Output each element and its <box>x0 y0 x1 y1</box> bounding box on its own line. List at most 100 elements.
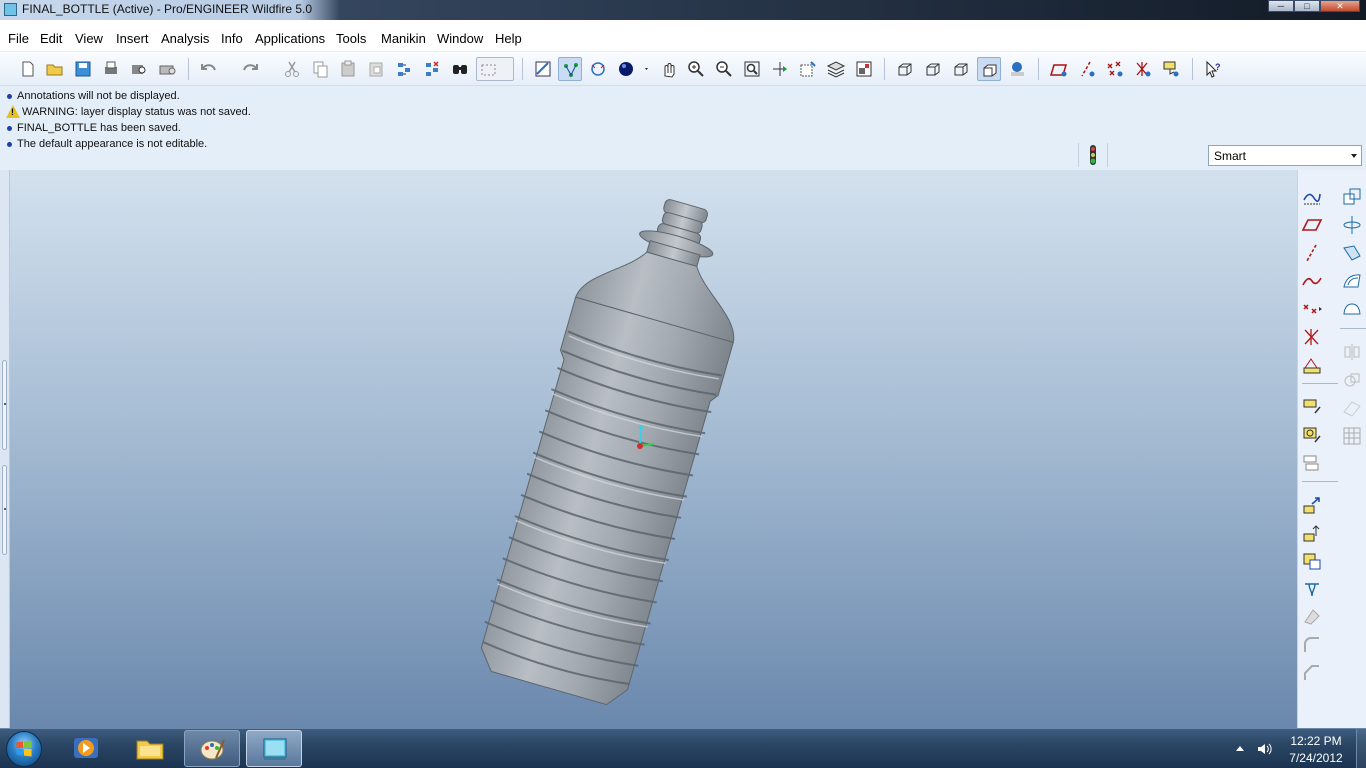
menu-manikin[interactable]: Manikin <box>381 31 426 46</box>
copy-icon[interactable] <box>308 57 332 81</box>
clock-date[interactable]: 7/24/2012 <box>1276 751 1356 765</box>
taskbar-proengineer[interactable] <box>246 730 302 767</box>
show-hidden-icons-icon[interactable] <box>1236 746 1244 751</box>
menu-edit[interactable]: Edit <box>40 31 62 46</box>
svg-text:?: ? <box>1215 62 1221 72</box>
sketch-tool-icon[interactable] <box>1300 185 1324 209</box>
note-feature-icon[interactable] <box>1300 423 1324 447</box>
wireframe-icon[interactable] <box>893 57 917 81</box>
datum-curve-tool-icon[interactable] <box>1300 269 1324 293</box>
annotation-display-icon[interactable] <box>1159 57 1183 81</box>
datum-planes-icon[interactable] <box>1047 57 1071 81</box>
save-icon[interactable] <box>71 57 95 81</box>
menu-window[interactable]: Window <box>437 31 483 46</box>
pattern-tool-icon[interactable] <box>1340 213 1364 237</box>
regenerate-icon[interactable] <box>392 57 416 81</box>
datum-tag-icon[interactable] <box>1300 451 1324 475</box>
paste-special-icon[interactable] <box>364 57 388 81</box>
print-preview-icon[interactable] <box>127 57 151 81</box>
start-button[interactable] <box>6 731 42 767</box>
navigator-toggle-handle[interactable] <box>2 360 7 450</box>
csys-tool-icon[interactable] <box>1300 325 1324 349</box>
wall-thicken-icon[interactable] <box>1340 424 1364 448</box>
regeneration-status-light-icon[interactable] <box>1087 144 1099 166</box>
browser-toggle-handle[interactable] <box>2 465 7 555</box>
zoom-out-icon[interactable] <box>712 57 736 81</box>
menu-insert[interactable]: Insert <box>116 31 149 46</box>
send-mail-icon[interactable] <box>155 57 179 81</box>
print-icon[interactable] <box>99 57 123 81</box>
zoom-in-icon[interactable] <box>684 57 708 81</box>
hole-tool-icon[interactable] <box>1300 605 1324 629</box>
menu-info[interactable]: Info <box>221 31 243 46</box>
graphics-window[interactable] <box>10 170 1297 728</box>
saved-views-icon[interactable] <box>796 57 820 81</box>
open-folder-icon[interactable] <box>43 57 67 81</box>
minimize-button[interactable]: ─ <box>1268 0 1294 12</box>
clock-time[interactable]: 12:22 PM <box>1276 734 1356 748</box>
warning-icon <box>6 105 20 118</box>
no-hidden-icon[interactable] <box>949 57 973 81</box>
taskbar-explorer[interactable] <box>122 730 178 767</box>
extrude-tool-icon[interactable] <box>1300 493 1324 517</box>
analysis-feature-tool-icon[interactable] <box>1300 353 1324 377</box>
menu-help[interactable]: Help <box>495 31 522 46</box>
variable-section-sweep-icon[interactable] <box>1300 549 1324 573</box>
folder-icon <box>136 740 164 760</box>
paste-icon[interactable] <box>336 57 360 81</box>
pan-icon[interactable] <box>656 57 680 81</box>
regeneration-manager-icon[interactable] <box>420 57 444 81</box>
annotation-feature-icon[interactable] <box>1300 395 1324 419</box>
taskbar-paint[interactable] <box>184 730 240 767</box>
boundary-blend-icon[interactable] <box>1300 577 1324 601</box>
menu-tools[interactable]: Tools <box>336 31 366 46</box>
shading-icon[interactable] <box>977 57 1001 81</box>
menu-file[interactable]: File <box>8 31 29 46</box>
message-line: The default appearance is not editable. <box>6 138 207 150</box>
undo-icon[interactable] <box>197 57 221 81</box>
round-tool-icon[interactable] <box>1300 633 1324 657</box>
spin-center-icon[interactable] <box>558 57 582 81</box>
close-button[interactable]: ✕ <box>1320 0 1360 12</box>
datum-plane-tool-icon[interactable] <box>1300 213 1324 237</box>
menu-applications[interactable]: Applications <box>255 31 325 46</box>
appearance-gallery-icon[interactable] <box>614 57 652 81</box>
orient-mode-icon[interactable] <box>586 57 610 81</box>
maximize-button[interactable]: □ <box>1294 0 1320 12</box>
datum-axes-icon[interactable] <box>1075 57 1099 81</box>
window-controls: ─ □ ✕ <box>1268 0 1360 12</box>
taskbar-media-player[interactable] <box>58 730 114 767</box>
selection-filter-dropdown[interactable]: Smart <box>1208 145 1362 166</box>
trim-tool-icon[interactable] <box>1340 396 1364 420</box>
datum-axis-tool-icon[interactable] <box>1300 241 1324 265</box>
info-bullet-icon <box>7 93 12 99</box>
context-help-icon[interactable]: ? <box>1201 57 1225 81</box>
menu-analysis[interactable]: Analysis <box>161 31 209 46</box>
menu-view[interactable]: View <box>75 31 103 46</box>
new-file-icon[interactable] <box>16 57 40 81</box>
reorient-icon[interactable] <box>768 57 792 81</box>
layers-icon[interactable] <box>824 57 848 81</box>
merge-tool-icon[interactable] <box>1340 368 1364 392</box>
refit-icon[interactable] <box>740 57 764 81</box>
draft-tool-icon[interactable] <box>1340 241 1364 265</box>
find-icon[interactable] <box>448 57 472 81</box>
coordinate-systems-icon[interactable] <box>1131 57 1155 81</box>
cut-icon[interactable] <box>280 57 304 81</box>
redo-icon[interactable] <box>238 57 262 81</box>
mirror-tool-icon[interactable] <box>1340 340 1364 364</box>
surface-tool-icon[interactable] <box>1340 269 1364 293</box>
datum-point-tool-icon[interactable] <box>1300 297 1324 321</box>
select-box-icon[interactable] <box>476 57 514 81</box>
volume-icon[interactable] <box>1256 741 1272 757</box>
chamfer-tool-icon[interactable] <box>1300 661 1324 685</box>
datum-points-icon[interactable] <box>1103 57 1127 81</box>
hidden-line-icon[interactable] <box>921 57 945 81</box>
shell-tool-icon[interactable] <box>1340 185 1364 209</box>
show-desktop-button[interactable] <box>1356 729 1366 768</box>
view-manager-icon[interactable] <box>852 57 876 81</box>
repaint-icon[interactable] <box>531 57 555 81</box>
revolve-tool-icon[interactable] <box>1300 521 1324 545</box>
enhanced-realism-icon[interactable] <box>1005 57 1029 81</box>
fill-surface-icon[interactable] <box>1340 297 1364 321</box>
